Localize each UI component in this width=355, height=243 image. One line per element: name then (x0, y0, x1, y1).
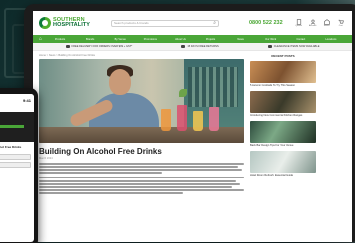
nav-item[interactable]: Promotions (135, 38, 165, 41)
nav-item[interactable]: Brands (75, 38, 105, 41)
site-header: SOUTHERN HOSPITALITY Search products & b… (33, 11, 352, 35)
nav-item[interactable]: Contact (286, 38, 316, 41)
article-body (39, 163, 244, 194)
post-thumbnail[interactable] (250, 91, 316, 113)
search-placeholder: Search products & brands (114, 21, 149, 25)
header-icon-label: Quotes (295, 25, 302, 27)
article-main: Home > News > Building On Alcohol Free D… (39, 54, 244, 195)
tablet-device: SOUTHERN HOSPITALITY Search products & b… (24, 4, 355, 242)
feature-item: 15 DAYS FREE RETURNS (181, 45, 219, 48)
breadcrumb[interactable]: Home > News > Building On Alcohol Free D… (39, 54, 244, 57)
nav-item[interactable]: By Venue (105, 38, 135, 41)
feature-item: CLEARANCE ITEMS NOW AVAILABLE (267, 45, 319, 48)
phone-time: 9:41 (22, 97, 31, 103)
nav-item[interactable]: Projects (195, 38, 225, 41)
recent-post[interactable]: Back Bar Design Tips For Your Venue (250, 121, 316, 147)
quote-icon[interactable]: Quotes (295, 19, 303, 27)
recent-post[interactable]: Introducing New Commercial Kitchen Range… (250, 91, 316, 117)
phone-banner (0, 112, 34, 142)
phone-status-bar: 9:41 (0, 94, 34, 106)
tag-icon (267, 45, 272, 48)
post-title[interactable]: Introducing New Commercial Kitchen Range… (250, 114, 316, 117)
feature-item: FREE DELIVERY FOR ORDERS OVER $99 + GST* (65, 45, 132, 48)
post-thumbnail[interactable] (250, 61, 316, 83)
phone-device: 9:41 Alcohol Free Drinks (0, 88, 38, 243)
article-hero-image (39, 59, 244, 143)
nav-item[interactable]: Products (45, 38, 75, 41)
nav-item[interactable]: Our Work (256, 38, 286, 41)
phone-heading: Alcohol Free Drinks (0, 145, 22, 149)
truck-icon (65, 45, 70, 48)
site-logo[interactable]: SOUTHERN HOSPITALITY (39, 17, 105, 29)
features-strip: FREE DELIVERY FOR ORDERS OVER $99 + GST*… (33, 43, 352, 51)
recent-post[interactable]: Hotel Room Refresh: Essential Guide (250, 151, 316, 177)
tablet-screen: SOUTHERN HOSPITALITY Search products & b… (33, 11, 352, 242)
search-icon[interactable]: ⌕ (213, 20, 216, 26)
post-thumbnail[interactable] (250, 151, 316, 173)
header-icon-label: Account (309, 25, 317, 27)
nav-item[interactable]: News (226, 38, 256, 41)
logo-icon (39, 17, 51, 29)
post-thumbnail[interactable] (250, 121, 316, 143)
sidebar-heading: RECENT POSTS (271, 54, 295, 58)
sidebar-recent-posts: RECENT POSTS 5 Autumn Cocktails To Try T… (250, 54, 316, 195)
post-title[interactable]: 5 Autumn Cocktails To Try This Season (250, 84, 316, 87)
cart-icon[interactable]: Cart (337, 19, 345, 27)
recent-post[interactable]: 5 Autumn Cocktails To Try This Season (250, 61, 316, 87)
phone-button[interactable] (0, 154, 31, 160)
article-date: March 2024 (39, 157, 53, 160)
phone-button[interactable] (0, 162, 31, 168)
post-title[interactable]: Hotel Room Refresh: Essential Guide (250, 174, 316, 177)
page-body: Home > News > Building On Alcohol Free D… (33, 51, 352, 198)
nav-item[interactable]: Locations (316, 38, 346, 41)
phone-number[interactable]: 0800 522 232 (249, 20, 283, 26)
return-icon (181, 45, 186, 48)
post-title[interactable]: Back Bar Design Tips For Your Venue (250, 144, 316, 147)
search-input[interactable]: Search products & brands ⌕ (111, 19, 219, 27)
nav-item[interactable]: About Us (165, 38, 195, 41)
user-icon[interactable]: Account (309, 19, 317, 27)
store-icon[interactable]: Stores (323, 19, 331, 27)
article-title: Building On Alcohol Free Drinks (39, 147, 162, 156)
header-icons: Quotes Account Stores Cart (295, 19, 345, 27)
header-icon-label: Stores (323, 25, 330, 27)
phone-screen: 9:41 Alcohol Free Drinks (0, 94, 34, 242)
header-icon-label: Cart (338, 25, 343, 27)
main-nav: ⌂ Products Brands By Venue Promotions Ab… (33, 35, 352, 43)
logo-line-2: HOSPITALITY (53, 22, 91, 28)
